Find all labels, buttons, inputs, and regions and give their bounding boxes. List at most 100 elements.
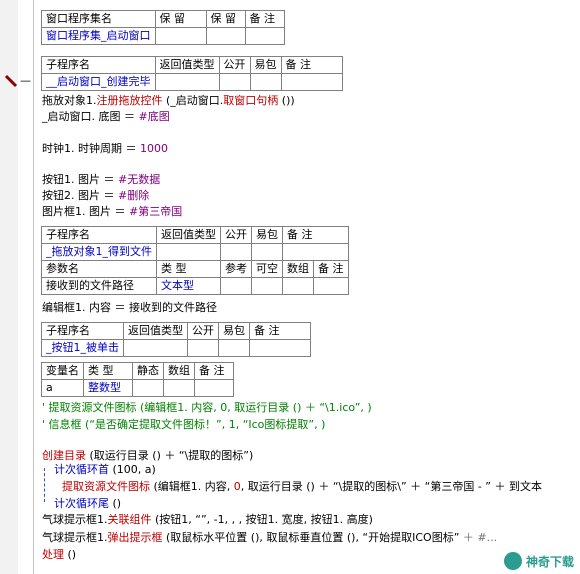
assembly-note-cell[interactable] — [244, 27, 285, 45]
sub-table-click: 子程序名 返回值类型 公开 易包 备 注 _按钮1_被单击 — [41, 322, 311, 357]
sub-return-cell[interactable] — [154, 73, 220, 91]
assembly-name-cell[interactable]: 窗口程序集_启动窗口 — [41, 27, 156, 45]
var-note-cell[interactable] — [194, 379, 234, 397]
code-token: 计次循环首 — [54, 463, 109, 476]
margin-line — [33, 0, 34, 574]
code-token: #底图 — [138, 110, 170, 123]
loop-guide — [44, 468, 46, 502]
sub-note-cell[interactable] — [280, 73, 343, 91]
code-token: 取窗口句柄 — [223, 94, 279, 107]
code-token: 拖放对象1. — [42, 94, 97, 107]
sub-name-cell[interactable]: __启动窗口_创建完毕 — [41, 73, 156, 91]
code-token: #第三帝国 — [129, 205, 183, 218]
sub-note-cell[interactable] — [282, 243, 349, 261]
code-line[interactable]: 编辑框1. 内容 ＝ 接收到的文件路径 — [42, 300, 217, 316]
code-token: 计次循环尾 — [54, 497, 109, 510]
param-header-note: 备 注 — [313, 260, 349, 278]
code-line[interactable]: 提取资源文件图标 (编辑框1. 内容, 0, 取运行目录 () ＋ “\提取的图… — [62, 479, 542, 495]
code-token: 提取资源文件图标 — [62, 480, 150, 493]
sub-table-drag: 子程序名 返回值类型 公开 易包 备 注 _拖放对象1_得到文件 参数名 类 型… — [41, 226, 349, 295]
comment-line[interactable]: ' 信息框 (“是否确定提取文件图标！”, 1, “Ico图标提取”, ) — [42, 417, 325, 433]
var-type-cell[interactable]: 整数型 — [83, 379, 133, 397]
var-header-type: 类 型 — [83, 362, 133, 380]
sub-pkg-cell[interactable] — [218, 339, 250, 357]
code-token: 处理 — [42, 548, 64, 561]
var-header-static: 静态 — [132, 362, 164, 380]
sub-name-cell[interactable]: _拖放对象1_得到文件 — [41, 243, 157, 261]
param-header-nullable: 可空 — [251, 260, 283, 278]
sub-header-note: 备 注 — [249, 322, 311, 340]
code-line[interactable]: 计次循环尾 () — [54, 496, 121, 512]
code-token: (取鼠标水平位置 (), 取鼠标垂直位置 (), “开始提取ICO图标” — [162, 531, 460, 544]
sub-header-public: 公开 — [220, 226, 252, 244]
code-line[interactable]: 气球提示框1.关联组件 (按钮1, “”, -1, , , 按钮1. 宽度, 按… — [42, 512, 373, 528]
param-header-name: 参数名 — [41, 260, 157, 278]
param-header-array: 数组 — [282, 260, 314, 278]
sub-public-cell[interactable] — [220, 243, 252, 261]
comment-line[interactable]: ' 提取资源文件图标 (编辑框1. 内容, 0, 取运行目录 () ＋ “\1.… — [42, 400, 372, 416]
code-line[interactable]: 按钮1. 图片 ＝ #无数据 — [42, 172, 160, 188]
code-token: 按钮2. 图片 ＝ — [42, 189, 118, 202]
param-ref-cell[interactable] — [220, 277, 252, 295]
param-header-ref: 参考 — [220, 260, 252, 278]
param-type-cell[interactable]: 文本型 — [156, 277, 221, 295]
sub-header-pkg: 易包 — [251, 226, 283, 244]
code-token: ()) — [278, 94, 295, 107]
code-token: (100, a) — [109, 463, 156, 476]
watermark: 神奇下载 — [503, 552, 574, 570]
code-line[interactable]: 处理 () — [42, 547, 76, 563]
code-token: (编辑框1. 内容, — [150, 480, 234, 493]
code-token: (按钮1, “”, -1, , , 按钮1. 宽度, 按钮1. 高度) — [151, 513, 373, 526]
assembly-table: 窗口程序集名 保 留 保 留 备 注 窗口程序集_启动窗口 — [41, 10, 285, 45]
sub-pkg-cell[interactable] — [251, 243, 283, 261]
var-array-cell[interactable] — [163, 379, 195, 397]
code-token: , 取运行目录 () ＋ “\提取的图标\” ＋ “第三帝国 - ” ＋ 到文本 — [240, 480, 543, 493]
param-note-cell[interactable] — [313, 277, 349, 295]
sub-header-name: 子程序名 — [41, 226, 157, 244]
var-header-array: 数组 — [163, 362, 195, 380]
watermark-text: 神奇下载 — [525, 554, 574, 569]
assembly-reserved1-cell[interactable] — [154, 27, 207, 45]
param-header-type: 类 型 — [156, 260, 221, 278]
code-line[interactable]: 图片框1. 图片 ＝ #第三帝国 — [42, 204, 182, 220]
code-token: 1000 — [139, 142, 168, 155]
code-line[interactable]: 计次循环首 (100, a) — [54, 462, 156, 478]
code-token: 气球提示框1. — [42, 513, 108, 526]
sub-return-cell[interactable] — [123, 339, 188, 357]
code-token: 时钟1. 时钟周期 ＝ — [42, 142, 140, 155]
code-line[interactable]: 按钮2. 图片 ＝ #删除 — [42, 188, 149, 204]
assembly-header-reserved1: 保 留 — [154, 10, 207, 28]
sub-name-cell[interactable]: _按钮1_被单击 — [41, 339, 124, 357]
code-token: _启动窗口. 底图 ＝ — [42, 110, 139, 123]
sub-header-pkg: 易包 — [249, 56, 282, 74]
code-token: (_启动窗口. — [162, 94, 224, 107]
code-token: #... — [477, 531, 498, 544]
code-token: () — [109, 497, 122, 510]
sub-public-cell[interactable] — [187, 339, 219, 357]
watermark-logo-icon — [503, 552, 522, 570]
sub-header-public: 公开 — [187, 322, 219, 340]
code-token: 图片框1. 图片 ＝ — [42, 205, 129, 218]
param-nullable-cell[interactable] — [251, 277, 283, 295]
sub-return-cell[interactable] — [156, 243, 221, 261]
code-line[interactable]: 拖放对象1.注册拖放控件 (_启动窗口.取窗口句柄 ()) — [42, 93, 295, 109]
code-line[interactable]: 时钟1. 时钟周期 ＝ 1000 — [42, 141, 168, 157]
code-token: 0 — [233, 480, 241, 493]
variable-table: 变量名 类 型 静态 数组 备 注 a 整数型 — [41, 362, 234, 397]
param-array-cell[interactable] — [282, 277, 314, 295]
sub-header-note: 备 注 — [282, 226, 349, 244]
code-token: 创建目录 — [42, 449, 86, 462]
sub-pkg-cell[interactable] — [249, 73, 282, 91]
param-name-cell[interactable]: 接收到的文件路径 — [41, 277, 157, 295]
code-token: 关联组件 — [107, 513, 152, 526]
var-name-cell[interactable]: a — [41, 379, 84, 397]
var-static-cell[interactable] — [132, 379, 164, 397]
code-token: () — [64, 548, 77, 561]
sub-header-return: 返回值类型 — [156, 226, 221, 244]
sub-note-cell[interactable] — [249, 339, 311, 357]
code-line[interactable]: 气球提示框1.弹出提示框 (取鼠标水平位置 (), 取鼠标垂直位置 (), “开… — [42, 530, 497, 546]
sub-header-return: 返回值类型 — [154, 56, 220, 74]
sub-public-cell[interactable] — [218, 73, 251, 91]
code-line[interactable]: _启动窗口. 底图 ＝ #底图 — [42, 109, 170, 125]
assembly-reserved2-cell[interactable] — [205, 27, 246, 45]
